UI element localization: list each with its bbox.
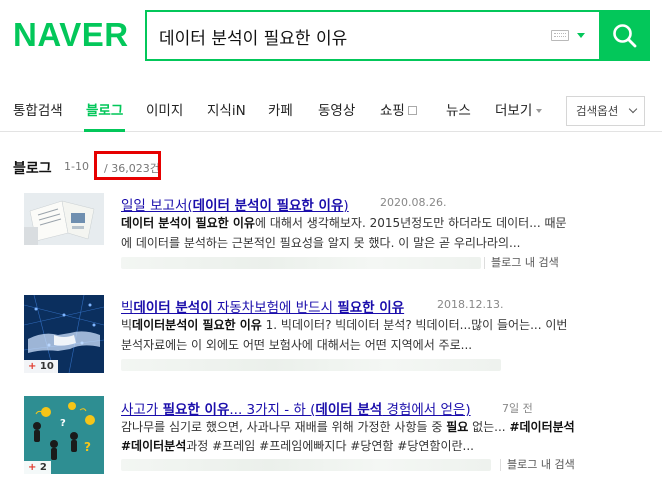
snippet-highlight: 데이터 분석이 필요한 이유 [121,216,255,230]
tab-shopping[interactable]: 쇼핑 [380,102,417,120]
result-snippet: 데이터 분석이 필요한 이유에 대해서 생각해보자. 2015년정도만 하더라도… [121,215,567,231]
chevron-down-icon[interactable] [577,33,585,38]
result-title[interactable]: 일일 보고서(데이터 분석이 필요한 이유) [121,194,349,214]
naver-logo[interactable]: NAVER [13,16,129,54]
snippet-highlight: 데이터분석이 필요한 이유 [132,318,262,332]
result-thumbnail[interactable]: + 10 [24,295,104,373]
title-text: ) [343,198,349,214]
result-snippet: 에 데이터를 분석하는 근본적인 필요성을 알지 못 했다. 이 말은 곧 우리… [121,235,520,251]
tab-integrated[interactable]: 통합검색 [13,102,63,120]
result-snippet: 감나무를 심기로 했으면, 사과나무 재배를 위해 가정한 사항들 중 필요 없… [121,419,575,435]
snippet-text: 없는... [468,420,510,434]
result-snippet: #데이터분석과정 #프레임 #프레임에빠지다 #당연함 #당연함이란... [121,438,474,454]
tab-bar: 통합검색 블로그 이미지 지식iN 카페 동영상 쇼핑 뉴스 더보기 검색옵션 [0,92,662,132]
title-highlight: 데이터 분석이 필요한 이유 [192,198,344,214]
result-range: 1-10 [64,160,89,173]
active-tab-indicator [84,129,125,132]
result-date: 2020.08.26. [380,196,447,209]
tab-shopping-label: 쇼핑 [380,103,405,119]
tab-video[interactable]: 동영상 [318,102,355,120]
title-highlight: 데이터 분석 [315,402,383,418]
search-options-label: 검색옵션 [576,104,619,118]
search-options-button[interactable]: 검색옵션 [566,96,645,126]
snippet-text: 분석자료에는 이 외에도 어떤 보험사에 대해서는 어떤 지역에서 주로... [121,338,473,352]
result-date: 7일 전 [502,402,533,415]
in-blog-search-link[interactable]: 블로그 내 검색 [500,459,575,471]
keyboard-icon[interactable] [551,30,569,41]
snippet-text: 에 대해서 생각해보자. 2015년정도만 하더라도 데이터... 때문 [254,216,567,230]
snippet-highlight: #데이터분석 [121,439,187,453]
image-count: 2 [39,462,47,473]
title-text: 자동차보험에 반드시 [212,300,338,316]
snippet-highlight: 필요 [446,420,469,434]
tab-kin[interactable]: 지식iN [207,102,246,120]
tab-blog[interactable]: 블로그 [86,102,123,120]
image-count-badge: + 2 [24,461,51,474]
title-highlight: 필요한 이유 [162,402,230,418]
title-text: 일일 보고서( [121,198,193,214]
snippet-text: 에 데이터를 분석하는 근본적인 필요성을 알지 못 했다. 이 말은 곧 우리… [121,236,521,250]
svg-text:?: ? [84,440,91,454]
blurred-blog-info [121,257,481,269]
search-button[interactable] [599,10,650,61]
tab-news[interactable]: 뉴스 [446,102,471,120]
title-text: 빅 [121,300,134,316]
chevron-down-icon [628,104,638,114]
search-box [145,10,599,61]
title-highlight: 데이터 분석이 [133,300,213,316]
snippet-text: 빅 [121,318,133,332]
caret-down-icon [536,109,543,113]
search-icon [613,24,637,48]
blurred-blog-info [121,359,501,371]
section-title: 블로그 [13,161,52,177]
result-date: 2018.12.13. [437,298,504,311]
tab-more-label: 더보기 [495,103,533,119]
snippet-text: 1. 빅데이터? 빅데이터 분석? 빅데이터...많이 들어는... 이번 [261,318,568,332]
search-input[interactable] [159,22,539,50]
result-thumbnail[interactable] [24,193,104,245]
tab-more[interactable]: 더보기 [495,102,543,120]
image-count: 10 [39,361,54,372]
report-image [24,193,104,245]
in-blog-search-link[interactable]: 블로그 내 검색 [484,257,559,269]
title-text: ... 3가지 - 하 ( [229,402,316,418]
tab-image[interactable]: 이미지 [146,102,183,120]
result-title[interactable]: 사고가 필요한 이유... 3가지 - 하 (데이터 분석 경험에서 얻은) [121,398,471,418]
result-snippet: 빅데이터분석이 필요한 이유 1. 빅데이터? 빅데이터 분석? 빅데이터...… [121,317,567,333]
image-count-badge: + 10 [24,360,58,373]
svg-text:?: ? [60,418,66,429]
title-text: 사고가 [121,402,163,418]
snippet-highlight: #데이터분석 [509,420,575,434]
blurred-blog-info [121,459,491,471]
title-highlight: 필요한 이유 [337,300,405,316]
tab-cafe[interactable]: 카페 [268,102,293,120]
snippet-text: 과정 #프레임 #프레임에빠지다 #당연함 #당연함이란... [186,439,474,453]
result-snippet: 분석자료에는 이 외에도 어떤 보험사에 대해서는 어떤 지역에서 주로... [121,337,472,353]
highlight-box [94,151,161,180]
shopping-icon [407,106,417,115]
result-thumbnail[interactable]: ? ? + 2 [24,396,104,474]
snippet-text: 감나무를 심기로 했으면, 사과나무 재배를 위해 가정한 사항들 중 [121,420,447,434]
title-text: 경험에서 얻은) [382,402,471,418]
result-title[interactable]: 빅데이터 분석이 자동차보험에 반드시 필요한 이유 [121,296,404,316]
